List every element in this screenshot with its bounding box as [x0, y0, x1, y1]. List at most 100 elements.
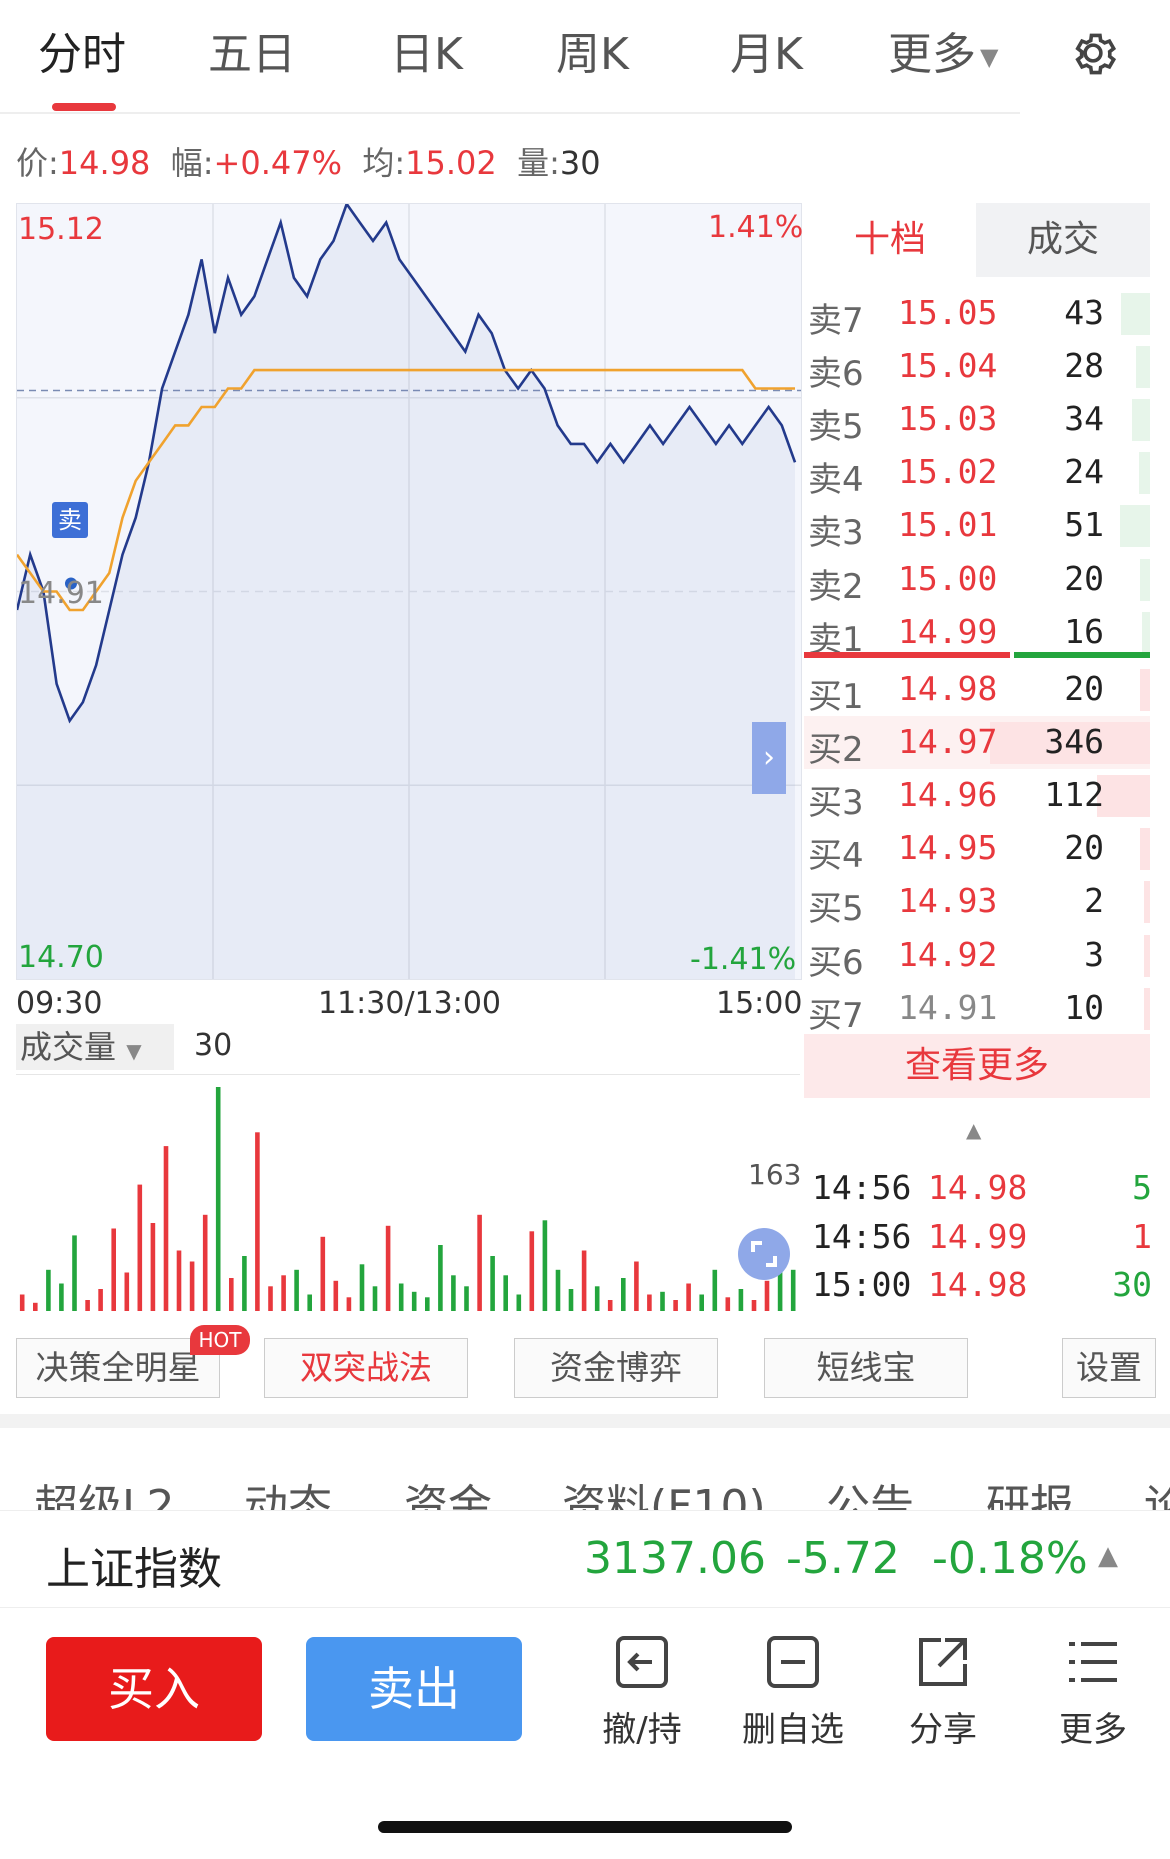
level-volume: 43 — [1064, 293, 1104, 332]
level-volume: 3 — [1084, 934, 1104, 974]
trade-row: 15:00 14.98 30 — [812, 1265, 1152, 1313]
share-button[interactable]: 分享 — [878, 1630, 1008, 1751]
volume-bar — [621, 1278, 626, 1311]
tab-weekly-k[interactable]: 周K — [556, 18, 629, 82]
trade-row: 14:56 14.99 1 — [812, 1217, 1152, 1265]
depth-bar — [1121, 293, 1150, 335]
volume-indicator-label: 成交量 — [20, 1028, 117, 1066]
ask-row[interactable]: 卖3 15.01 51 — [804, 499, 1150, 554]
divider — [0, 112, 1020, 114]
level-volume: 51 — [1064, 505, 1104, 545]
volume-bar — [59, 1283, 64, 1311]
volume-bar — [320, 1236, 326, 1311]
triangle-up-icon[interactable]: ▲ — [966, 1118, 981, 1142]
buy-button[interactable]: 买入 — [46, 1637, 262, 1741]
depth-bar — [1140, 669, 1150, 711]
hot-badge: HOT — [190, 1325, 250, 1355]
triangle-down-icon: ▼ — [126, 1039, 142, 1063]
trade-volume: 5 — [1132, 1168, 1152, 1207]
index-value: 3137.06 — [584, 1533, 766, 1584]
level-price: 14.98 — [898, 669, 998, 708]
index-ticker[interactable]: 上证指数 3137.06 -5.72 -0.18% ▲ — [0, 1510, 1170, 1608]
level-price: 15.02 — [898, 452, 998, 492]
expand-arrow-button[interactable]: › — [752, 722, 786, 794]
volume-bar — [398, 1283, 404, 1311]
level-label: 买7 — [808, 995, 864, 1036]
bid-row[interactable]: 买7 14.91 10 — [804, 982, 1150, 1036]
withdraw-button[interactable]: 撤/持 — [577, 1630, 707, 1751]
orderbook-tabs: 十档 成交 — [804, 203, 1150, 277]
level-label: 卖4 — [808, 460, 864, 501]
level-label: 卖3 — [808, 513, 864, 554]
change-percent: +0.47% — [213, 144, 343, 182]
share-icon — [919, 1638, 967, 1686]
level-price: 14.96 — [898, 775, 998, 815]
level-volume: 112 — [1044, 775, 1104, 815]
level-volume: 2 — [1084, 881, 1104, 921]
depth-bar — [1120, 505, 1150, 548]
volume-bar — [346, 1297, 352, 1311]
volume-bar — [33, 1302, 38, 1311]
trade-volume: 30 — [1112, 1265, 1152, 1304]
strategy-button-short-term[interactable]: 短线宝 — [764, 1338, 968, 1398]
intraday-chart[interactable] — [16, 203, 802, 980]
settings-button[interactable]: 设置 — [1062, 1338, 1156, 1398]
volume-bar — [163, 1146, 169, 1311]
volume-bar — [46, 1269, 51, 1311]
bid-row[interactable]: 买5 14.93 2 — [804, 875, 1150, 929]
sell-button[interactable]: 卖出 — [306, 1637, 522, 1741]
y-axis-high: 15.12 — [18, 212, 104, 247]
bid-row[interactable]: 买1 14.98 20 — [804, 663, 1150, 717]
sell-signal-marker[interactable]: 卖 — [52, 502, 88, 538]
bid-row[interactable]: 买4 14.95 20 — [804, 822, 1150, 876]
remove-watchlist-button[interactable]: 删自选 — [728, 1630, 858, 1751]
strategy-button-capital-game[interactable]: 资金博弈 — [514, 1338, 718, 1398]
ask-row[interactable]: 卖4 15.02 24 — [804, 446, 1150, 501]
more-button[interactable]: 更多 — [1028, 1630, 1158, 1751]
tab-intraday[interactable]: 分时 — [38, 18, 126, 82]
bid-row[interactable]: 买6 14.92 3 — [804, 929, 1150, 983]
volume-bar — [124, 1272, 130, 1311]
volume-bar — [281, 1275, 286, 1311]
view-more-button[interactable]: 查看更多 — [804, 1034, 1150, 1098]
tab-monthly-k[interactable]: 月K — [730, 18, 803, 82]
fullscreen-icon[interactable] — [738, 1228, 790, 1280]
level-volume: 16 — [1064, 611, 1104, 651]
ask-row[interactable]: 卖7 15.05 43 — [804, 287, 1150, 341]
tab-daily-k[interactable]: 日K — [390, 18, 463, 82]
ask-row[interactable]: 卖5 15.03 34 — [804, 393, 1150, 447]
ask-row[interactable]: 卖6 15.04 28 — [804, 340, 1150, 394]
volume-bar — [594, 1286, 600, 1311]
volume-indicator-select[interactable]: 成交量 ▼ — [16, 1024, 174, 1070]
volume-bar — [503, 1275, 508, 1311]
volume-bar — [425, 1297, 430, 1311]
gear-icon[interactable] — [1066, 26, 1120, 84]
ask-row[interactable]: 卖2 15.00 20 — [804, 553, 1150, 607]
volume-bar — [790, 1269, 796, 1311]
volume-bar — [19, 1294, 25, 1311]
depth-bar — [1139, 452, 1150, 495]
depth-bar — [1140, 828, 1150, 871]
tab-trades[interactable]: 成交 — [976, 203, 1150, 277]
volume-bar — [242, 1256, 247, 1311]
volume-bar — [568, 1289, 574, 1311]
volume-bar — [477, 1214, 482, 1311]
volume-bar — [150, 1223, 156, 1311]
bid-row[interactable]: 买3 14.96 112 — [804, 769, 1150, 824]
withdraw-label: 撤/持 — [602, 1710, 682, 1750]
tab-ten-levels[interactable]: 十档 — [804, 203, 976, 277]
tab-five-day[interactable]: 五日 — [208, 18, 296, 82]
volume-bar — [202, 1214, 208, 1311]
level-price: 15.05 — [898, 293, 998, 332]
triangle-up-icon[interactable]: ▲ — [1098, 1541, 1118, 1571]
volume-chart[interactable] — [16, 1074, 800, 1311]
level-volume: 20 — [1064, 558, 1104, 598]
bid-row[interactable]: 买2 14.97 346 — [804, 716, 1150, 770]
tab-more[interactable]: 更多 ▼ — [888, 18, 998, 82]
strategy-button-double-break[interactable]: 双突战法 — [264, 1338, 468, 1398]
volume-bar — [686, 1283, 691, 1311]
level-label: 买3 — [808, 783, 864, 824]
volume-bar — [85, 1300, 90, 1311]
ask-row[interactable]: 卖1 14.99 16 — [804, 606, 1150, 660]
pct-axis-high: 1.41% — [708, 210, 804, 245]
